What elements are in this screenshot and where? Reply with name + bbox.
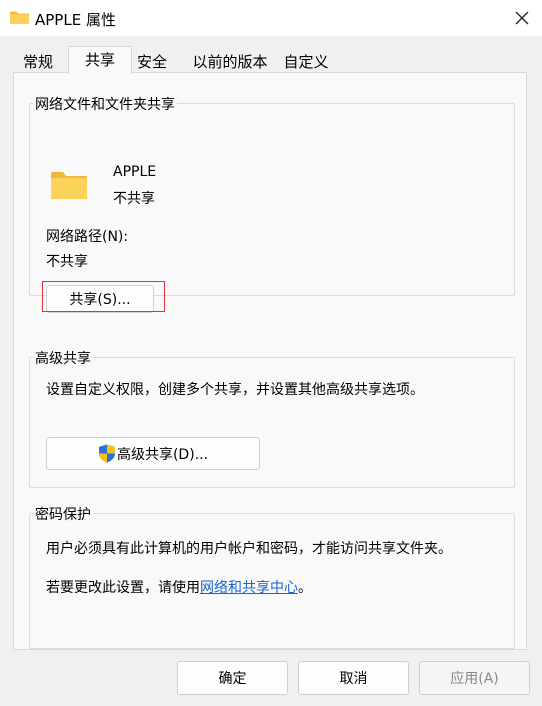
title-bar: APPLE 属性 xyxy=(0,0,542,36)
tab-general[interactable]: 常规 xyxy=(14,48,62,74)
advanced-sharing-button[interactable]: 高级共享(D)... xyxy=(46,437,260,470)
close-icon xyxy=(515,11,529,25)
folder-name: APPLE xyxy=(113,164,157,180)
network-path-value: 不共享 xyxy=(46,254,88,270)
password-change-text: 若要更改此设置，请使用网络和共享中心。 xyxy=(46,577,312,597)
dialog-client: 常规 共享 安全 以前的版本 自定义 网络文件和文件夹共享 APPLE 不共享 … xyxy=(0,36,542,706)
apply-button[interactable]: 应用(A) xyxy=(419,661,530,695)
tab-security[interactable]: 安全 xyxy=(128,48,176,74)
network-path-label: 网络路径(N): xyxy=(46,229,129,245)
advanced-sharing-title: 高级共享 xyxy=(33,348,93,368)
ok-button[interactable]: 确定 xyxy=(177,661,288,695)
password-change-prefix: 若要更改此设置，请使用 xyxy=(46,580,200,596)
network-sharing-group: 网络文件和文件夹共享 xyxy=(29,94,515,296)
tab-customize[interactable]: 自定义 xyxy=(278,48,334,74)
focus-rectangle xyxy=(42,281,165,312)
uac-shield-icon xyxy=(98,444,115,463)
window-title: APPLE 属性 xyxy=(35,11,116,29)
tab-previous-versions[interactable]: 以前的版本 xyxy=(186,48,274,74)
password-change-suffix: 。 xyxy=(298,580,312,596)
password-protection-title: 密码保护 xyxy=(33,504,93,524)
network-sharing-title: 网络文件和文件夹共享 xyxy=(33,94,177,114)
folder-icon xyxy=(51,172,87,199)
folder-icon xyxy=(10,11,29,24)
cancel-button[interactable]: 取消 xyxy=(298,661,409,695)
advanced-sharing-button-label: 高级共享(D)... xyxy=(116,446,209,463)
network-sharing-center-link[interactable]: 网络和共享中心 xyxy=(200,580,298,596)
password-protection-text: 用户必须具有此计算机的用户帐户和密码，才能访问共享文件夹。 xyxy=(46,541,452,557)
close-button[interactable] xyxy=(502,0,542,36)
tab-panel-sharing: 网络文件和文件夹共享 APPLE 不共享 网络路径(N): 不共享 共享(S).… xyxy=(13,72,527,650)
advanced-sharing-description: 设置自定义权限，创建多个共享，并设置其他高级共享选项。 xyxy=(46,382,424,398)
tab-sharing[interactable]: 共享 xyxy=(68,46,132,74)
folder-share-status: 不共享 xyxy=(113,191,155,207)
